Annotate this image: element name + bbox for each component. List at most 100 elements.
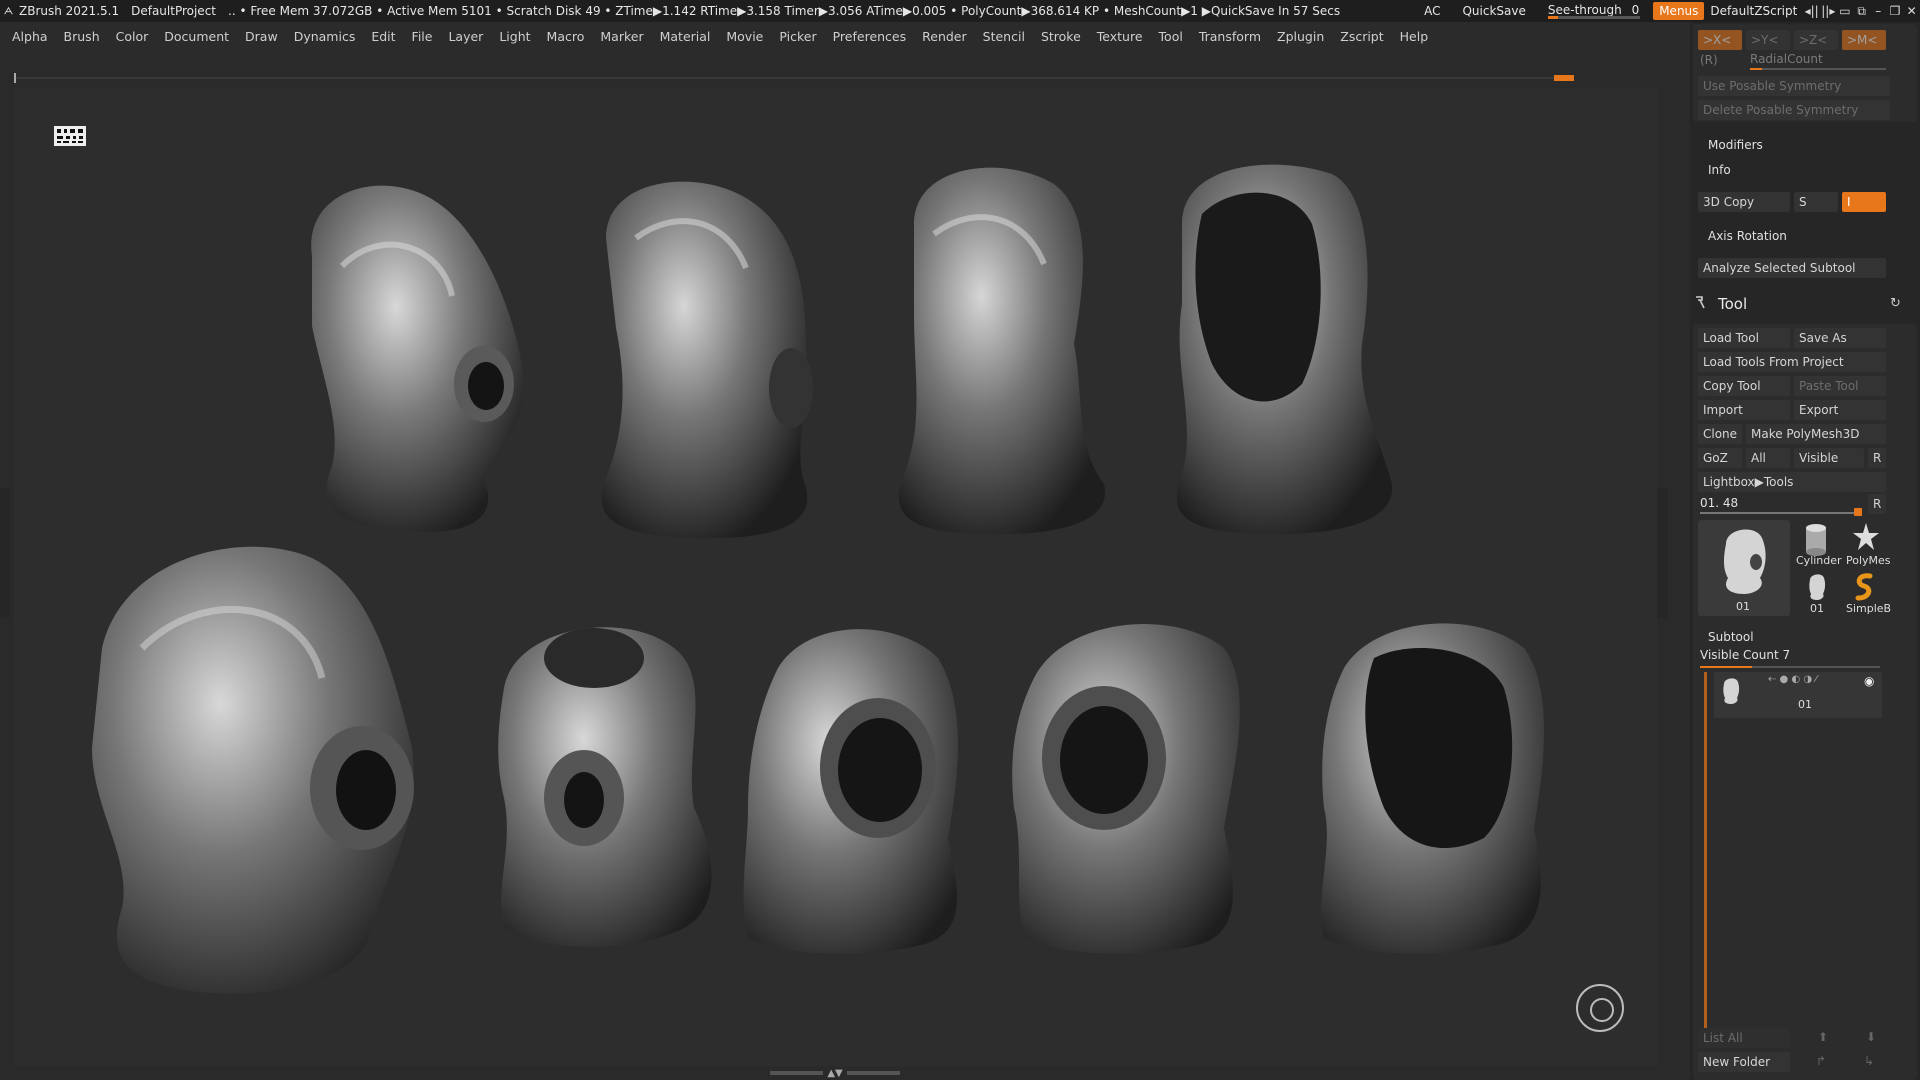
reset-palette-icon[interactable]: ↻ [1890,296,1901,311]
quicksave-button[interactable]: QuickSave [1456,4,1531,18]
ac-button[interactable]: AC [1418,4,1446,18]
menu-help[interactable]: Help [1400,29,1429,44]
subtool-visibility-eye-icon[interactable]: ◉ [1864,674,1874,688]
goz-all-button[interactable]: All [1746,448,1790,468]
menu-document[interactable]: Document [164,29,229,44]
3d-copy-button[interactable]: 3D Copy [1698,192,1790,212]
radialcount-slider[interactable] [1750,68,1886,70]
goz-visible-button[interactable]: Visible [1794,448,1864,468]
menu-picker[interactable]: Picker [779,29,816,44]
minimize-icon[interactable]: – [1870,4,1887,18]
3d-copy-i-button[interactable]: I [1842,192,1886,212]
analyze-selected-subtool-button[interactable]: Analyze Selected Subtool [1698,258,1886,278]
navigation-gizmo[interactable] [1576,984,1624,1032]
menu-alpha[interactable]: Alpha [12,29,48,44]
symmetry-m-button[interactable]: >M< [1842,30,1886,50]
tool-slider-r-button[interactable]: R [1868,494,1886,514]
left-tray-handle[interactable] [0,488,10,618]
sculpt-model-4 [1176,164,1393,535]
menu-light[interactable]: Light [499,29,530,44]
subtool-scrollbar[interactable] [1704,672,1707,1028]
sculpt-model-1 [311,185,524,532]
menus-toggle-button[interactable]: Menus [1653,2,1705,20]
menu-tool[interactable]: Tool [1159,29,1183,44]
menu-brush[interactable]: Brush [64,29,100,44]
subtool-title[interactable]: Subtool [1708,630,1754,644]
3d-copy-s-button[interactable]: S [1794,192,1838,212]
ui-swap-icon[interactable]: ⧉ [1853,4,1870,19]
menu-edit[interactable]: Edit [371,29,395,44]
visible-count-label[interactable]: Visible Count 7 [1700,648,1790,662]
modifiers-label[interactable]: Modifiers [1708,138,1763,152]
axis-rotation-label[interactable]: Axis Rotation [1708,229,1787,243]
project-name: DefaultProject [131,4,216,18]
paste-tool-button[interactable]: Paste Tool [1794,376,1886,396]
tool-palette-title[interactable]: Tool [1718,295,1747,313]
right-tray-handle[interactable] [1658,488,1668,618]
subtool-item[interactable]: ⇠ ● ◐ ◑ ⁄ ◉ 01 [1714,672,1882,718]
export-button[interactable]: Export [1794,400,1886,420]
tool-slider-thumb[interactable] [1854,508,1862,516]
menu-zplugin[interactable]: Zplugin [1277,29,1324,44]
menu-draw[interactable]: Draw [245,29,278,44]
menu-preferences[interactable]: Preferences [833,29,907,44]
small-tool-thumbnail[interactable]: 01 [1796,570,1836,616]
menu-render[interactable]: Render [922,29,967,44]
goz-button[interactable]: GoZ [1698,448,1742,468]
restore-icon[interactable]: ❐ [1887,4,1904,18]
menu-transform[interactable]: Transform [1199,29,1261,44]
simplebrush-tool-thumbnail[interactable]: SimpleB [1840,570,1891,616]
menu-movie[interactable]: Movie [726,29,763,44]
redo-arrow-icon[interactable]: ↱ [1816,1054,1826,1068]
delete-posable-symmetry-button[interactable]: Delete Posable Symmetry [1698,100,1890,120]
menu-zscript[interactable]: Zscript [1340,29,1383,44]
copy-tool-button[interactable]: Copy Tool [1698,376,1790,396]
load-tools-from-project-button[interactable]: Load Tools From Project [1698,352,1886,372]
goz-r-button[interactable]: R [1868,448,1886,468]
cylinder-tool-thumbnail[interactable]: Cylinder [1796,520,1842,568]
info-label[interactable]: Info [1708,163,1731,177]
menu-color[interactable]: Color [116,29,149,44]
menu-stroke[interactable]: Stroke [1041,29,1081,44]
menu-texture[interactable]: Texture [1097,29,1143,44]
menu-dynamics[interactable]: Dynamics [294,29,356,44]
subtool-options-icon[interactable]: ⇠ ● ◐ ◑ ⁄ [1768,674,1817,685]
clone-button[interactable]: Clone [1698,424,1742,444]
menu-marker[interactable]: Marker [600,29,643,44]
visible-count-slider[interactable] [1700,666,1880,668]
return-arrow-icon[interactable]: ↳ [1864,1054,1874,1068]
menu-macro[interactable]: Macro [547,29,585,44]
cylinder-icon [1806,524,1826,556]
move-up-icon[interactable]: ⬆ [1818,1030,1828,1044]
tool-slider[interactable] [1700,512,1860,514]
default-script-button[interactable]: DefaultZScript [1704,4,1803,18]
save-as-button[interactable]: Save As [1794,328,1886,348]
polymesh-tool-thumbnail[interactable]: PolyMes [1840,520,1891,568]
symmetry-z-button[interactable]: >Z< [1794,30,1838,50]
new-folder-button[interactable]: New Folder [1698,1052,1790,1072]
menu-stencil[interactable]: Stencil [983,29,1025,44]
use-posable-symmetry-button[interactable]: Use Posable Symmetry [1698,76,1890,96]
layout-right-icon[interactable]: ||▸ [1820,4,1837,18]
radialcount-label[interactable]: RadialCount [1750,52,1823,66]
menu-layer[interactable]: Layer [448,29,483,44]
symmetry-x-button[interactable]: >X< [1698,30,1742,50]
document-canvas[interactable] [14,88,1657,1066]
lightbox-tools-button[interactable]: Lightbox▶Tools [1698,472,1886,492]
make-polymesh3d-button[interactable]: Make PolyMesh3D [1746,424,1886,444]
move-down-icon[interactable]: ⬇ [1866,1030,1876,1044]
sculpt-model-9 [1321,623,1544,954]
load-tool-button[interactable]: Load Tool [1698,328,1790,348]
menu-file[interactable]: File [412,29,433,44]
ui-layout-icon[interactable]: ▭ [1837,4,1854,18]
bottom-tray-handle[interactable]: ▲▼ [770,1068,901,1079]
timeline-strip[interactable] [14,73,1574,83]
see-through-slider[interactable]: See-through 0 [1547,3,1640,19]
menu-material[interactable]: Material [660,29,711,44]
current-tool-thumbnail[interactable]: 01 [1698,520,1790,616]
symmetry-y-button[interactable]: >Y< [1746,30,1790,50]
list-all-button[interactable]: List All [1698,1028,1790,1048]
close-icon[interactable]: ✕ [1903,4,1920,18]
layout-left-icon[interactable]: ◂|| [1803,4,1820,18]
import-button[interactable]: Import [1698,400,1790,420]
